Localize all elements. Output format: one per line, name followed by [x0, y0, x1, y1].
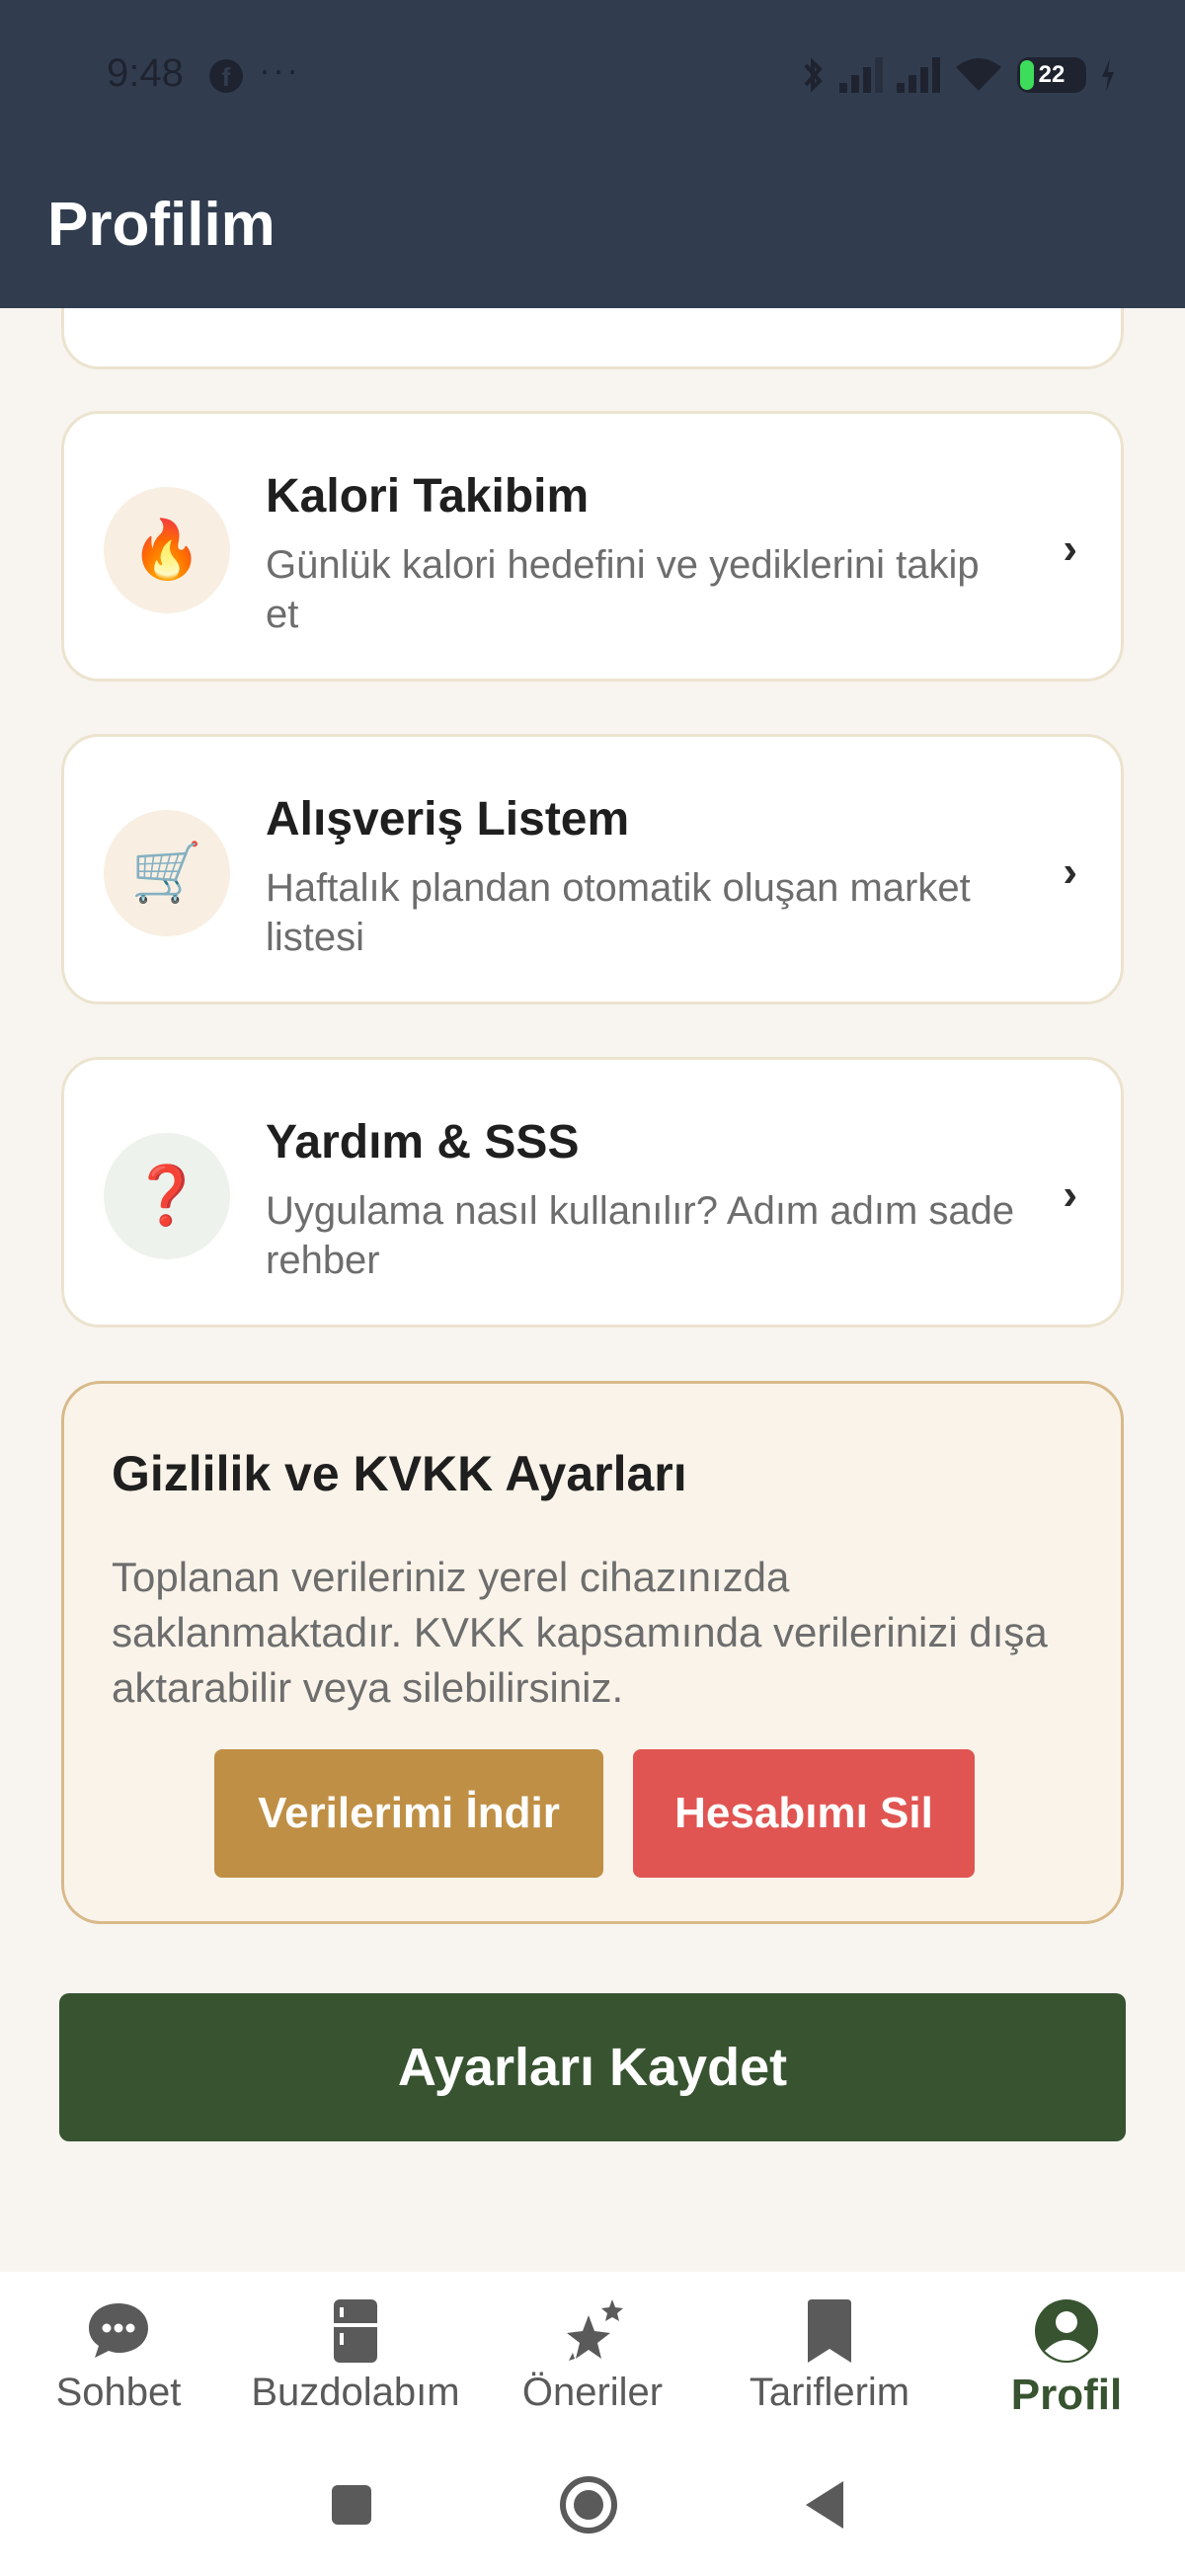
privacy-title: Gizlilik ve KVKK Ayarları [112, 1446, 687, 1501]
app-header: 9:48 f ··· 22 Profilim [0, 0, 1185, 308]
bluetooth-icon [804, 57, 823, 93]
nav-item-oneriler[interactable]: Öneriler [474, 2286, 711, 2434]
battery-level: 22 [1038, 61, 1066, 88]
nav-label: Tariflerim [749, 2371, 910, 2414]
home-icon[interactable] [557, 2473, 620, 2536]
delete-account-button[interactable]: Hesabımı Sil [633, 1749, 975, 1878]
profile-content[interactable]: 🔥 Kalori Takibim Günlük kalori hedefini … [0, 308, 1185, 2272]
nav-label: Sohbet [55, 2371, 182, 2414]
save-settings-button[interactable]: Ayarları Kaydet [59, 1993, 1126, 2141]
menu-card-title: Yardım & SSS [266, 1116, 580, 1168]
recent-apps-icon[interactable] [320, 2473, 383, 2536]
nav-item-tariflerim[interactable]: Tariflerim [711, 2286, 948, 2434]
bookmark-icon [808, 2299, 851, 2363]
chevron-right-icon: › [1063, 1170, 1077, 1219]
more-notifications-icon: ··· [259, 49, 300, 90]
profile-icon [1035, 2299, 1098, 2363]
charging-icon [1102, 58, 1114, 92]
nav-label: Öneriler [521, 2371, 664, 2414]
shopping-cart-icon: 🛒 [104, 810, 230, 936]
privacy-kvkk-section: Gizlilik ve KVKK Ayarları Toplanan veril… [61, 1381, 1124, 1924]
chat-icon [89, 2303, 148, 2358]
page-title: Profilim [47, 191, 276, 259]
status-icons: 22 [802, 53, 1116, 97]
menu-card-title: Alışveriş Listem [266, 793, 630, 845]
status-bar: 9:48 f ··· 22 [0, 0, 1185, 148]
battery-icon: 22 [1017, 57, 1086, 93]
alisveris-listem-card[interactable]: 🛒 Alışveriş Listem Haftalık plandan otom… [61, 734, 1124, 1005]
facebook-icon: f [209, 59, 243, 93]
menu-card-title: Kalori Takibim [266, 470, 590, 523]
chevron-right-icon: › [1063, 524, 1077, 573]
privacy-description: Toplanan verileriniz yerel cihazınızda s… [112, 1554, 1048, 1711]
question-mark-icon: ❓ [104, 1133, 230, 1259]
fire-icon: 🔥 [104, 487, 230, 613]
kalori-takibim-card[interactable]: 🔥 Kalori Takibim Günlük kalori hedefini … [61, 411, 1124, 682]
signal-icon [839, 57, 883, 93]
menu-card-description: Günlük kalori hedefini ve yediklerini ta… [266, 543, 980, 636]
status-time: 9:48 [107, 51, 184, 95]
chevron-right-icon: › [1063, 847, 1077, 896]
system-nav-bar [0, 2434, 1185, 2576]
yardim-sss-card[interactable]: ❓ Yardım & SSS Uygulama nasıl kullanılır… [61, 1057, 1124, 1328]
signal-icon-2 [897, 57, 940, 93]
bottom-nav: Sohbet Buzdolabım Öneriler Tariflerim Pr… [0, 2272, 1185, 2434]
nav-item-sohbet[interactable]: Sohbet [0, 2286, 237, 2434]
partial-card[interactable] [61, 308, 1124, 369]
nav-label: Buzdolabım [251, 2371, 460, 2414]
export-data-button[interactable]: Verilerimi İndir [214, 1749, 603, 1878]
nav-item-buzdolabim[interactable]: Buzdolabım [237, 2286, 474, 2434]
fridge-icon [334, 2299, 377, 2363]
sparkle-icon [567, 2299, 623, 2361]
back-icon[interactable] [794, 2473, 857, 2536]
menu-card-description: Uygulama nasıl kullanılır? Adım adım sad… [266, 1189, 1015, 1282]
nav-item-profil[interactable]: Profil [948, 2286, 1185, 2434]
nav-label: Profil [1010, 2371, 1123, 2419]
wifi-icon [956, 58, 1001, 91]
menu-card-description: Haftalık plandan otomatik oluşan market … [266, 866, 971, 959]
